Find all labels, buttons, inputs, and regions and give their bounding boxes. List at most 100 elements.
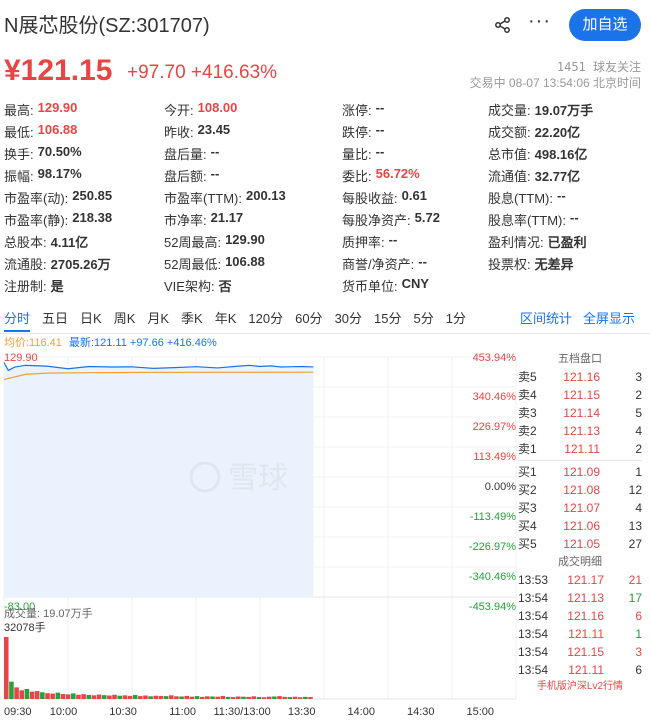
bid-qty: 13 [628,519,642,533]
stat-item: 总市值: 498.16亿 [488,144,587,163]
volume-bar [153,695,159,699]
bid-price: 121.06 [563,519,600,533]
stat-label: 成交量: [488,102,531,118]
stat-value: CNY [401,275,430,291]
stat-label: 质押率: [342,234,385,250]
tab-5[interactable]: 季K [181,308,203,332]
stat-value: -- [569,209,579,225]
volume-bar [297,697,303,699]
volume-bar [127,695,133,699]
bid-row: 买4 121.06 13 [518,517,642,535]
lv2-link[interactable]: 手机版沪深Lv2行情 [518,679,642,695]
intraday-chart[interactable]: 129.90453.94%103.29340.46%76.68226.97%50… [0,333,518,723]
tab-6[interactable]: 年K [215,308,237,332]
trade-row: 13:54 121.13 17 [518,589,642,607]
volume-bar [163,696,169,699]
trade-qty: 1 [635,627,642,641]
volume-bar [215,696,220,699]
bid-row: 买3 121.07 4 [518,499,642,517]
stat-item: 委比: 56.72% [342,166,420,185]
stat-label: 总市值: [488,146,531,162]
stat-label: 市盈率(TTM): [164,190,242,206]
volume-bar [266,696,272,699]
stat-item: 每股收益: 0.61 [342,188,427,207]
trade-time: 13:54 [518,627,549,641]
tab-2[interactable]: 日K [80,308,102,332]
stat-value: -- [375,121,385,137]
volume-bar [261,697,267,699]
volume-bar [199,696,205,699]
trade-qty: 17 [628,591,642,605]
stat-value: 19.07万手 [534,102,594,118]
ask-qty: 3 [635,370,642,384]
tab-9[interactable]: 30分 [335,308,362,332]
pct-tick-label: 340.46% [473,391,517,403]
time-tick-label: 15:00 [467,706,495,718]
stat-label: 注册制: [4,278,47,294]
volume-bar [220,695,226,699]
chart-tabs: 分时 五日 日K 周K 月K 季K 年K 120分 60分 30分 15分 5分 1分 区间统计 全屏显示 [4,308,644,332]
tab-3[interactable]: 周K [114,308,136,332]
stat-label: 盘后量: [164,146,207,162]
stat-label: 今开: [164,102,194,118]
pct-tick-label: 226.97% [473,421,517,433]
ask-qty: 5 [635,406,642,420]
volume-label: 成交量: 19.07万手 [4,608,93,620]
volume-bar [272,696,277,699]
stat-label: 量比: [342,146,372,162]
range-stats-link[interactable]: 区间统计 [520,308,572,327]
volume-bar [65,694,71,699]
fullscreen-link[interactable]: 全屏显示 [583,308,635,327]
tab-10[interactable]: 15分 [374,308,401,332]
stat-item: 市盈率(动): 250.85 [4,188,112,207]
stat-value: 129.90 [225,231,265,247]
share-icon[interactable] [494,16,512,34]
stat-label: 总股本: [4,234,47,250]
stat-item: 流通值: 32.77亿 [488,166,580,185]
stat-label: 货币单位: [342,278,398,294]
bid-level: 买1 [518,465,537,479]
tab-7[interactable]: 120分 [248,308,283,332]
add-watchlist-button[interactable]: 加自选 [569,9,641,41]
price-tick-label: 129.90 [4,352,38,364]
ask-level: 卖5 [518,370,537,384]
tab-11[interactable]: 5分 [414,308,434,332]
tab-1[interactable]: 五日 [42,308,68,332]
stat-value: 108.00 [197,99,238,115]
stat-item: 52周最低: 106.88 [164,254,265,273]
stat-item: 盈利情况: 已盈利 [488,232,587,251]
pct-tick-label: -453.94% [469,601,516,613]
volume-bar [308,697,313,699]
more-icon[interactable]: ··· [528,10,551,33]
followers-count[interactable]: 1451 球友关注 [557,58,641,75]
stat-item: VIE架构: 否 [164,276,232,295]
bid-qty: 1 [635,465,642,479]
stat-value: 否 [218,278,232,294]
volume-bar [9,681,14,699]
stats-row: 最高: 129.90 今开: 108.00 涨停: -- 成交量: 19.07万手 [4,98,644,120]
volume-bar [184,695,189,699]
stat-label: 昨收: [164,124,194,140]
volume-bar [29,691,35,699]
stat-value: 23.45 [197,121,231,137]
pct-tick-label: -226.97% [469,541,516,553]
tab-12[interactable]: 1分 [446,308,466,332]
volume-bar [107,695,112,699]
volume-bar [4,637,9,699]
stat-item: 货币单位: CNY [342,276,429,295]
trade-row: 13:54 121.16 6 [518,607,642,625]
tab-4[interactable]: 月K [147,308,169,332]
stat-value: 4.11亿 [50,234,89,250]
stat-item: 流通股: 2705.26万 [4,254,111,273]
volume-bar [194,696,200,699]
trade-price: 121.11 [568,663,604,677]
tab-0[interactable]: 分时 [4,308,31,332]
volume-bar [148,696,153,699]
trade-time: 13:54 [518,663,549,677]
bid-level: 买4 [518,519,537,533]
stat-value: -- [375,99,385,115]
stat-item: 投票权: 无差异 [488,254,574,273]
legend-avg: 均价:116.41 [4,337,62,349]
tab-8[interactable]: 60分 [295,308,322,332]
ask-price: 121.14 [563,406,600,420]
